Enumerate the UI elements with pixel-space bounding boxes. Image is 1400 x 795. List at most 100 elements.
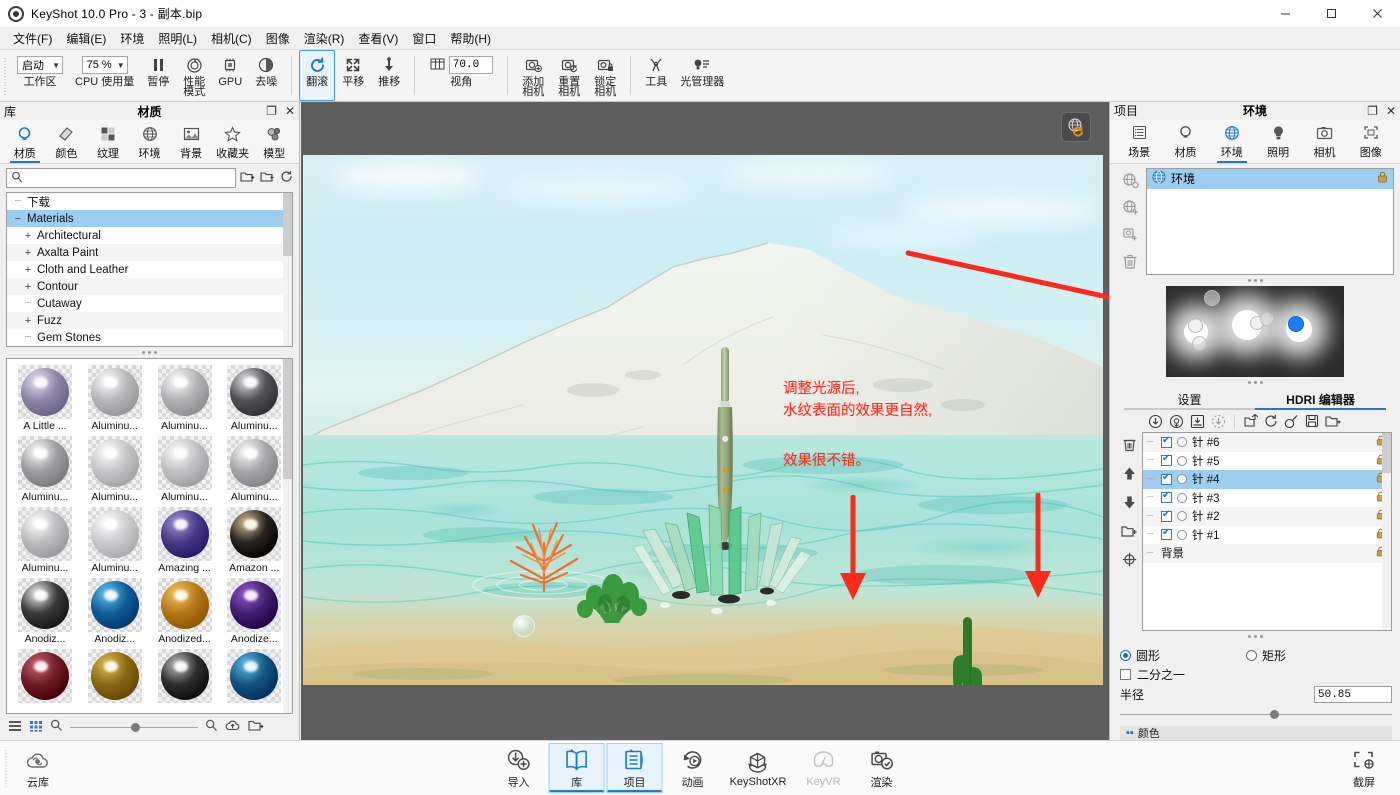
material-thumbnail[interactable]: Anodiz... (81, 575, 149, 646)
refresh-icon[interactable] (1264, 414, 1278, 430)
render-viewport[interactable]: 调整光源后, 水纹表面的效果更自然, 效果很不错。 (301, 102, 1109, 740)
menu-lighting[interactable]: 照明(L) (151, 27, 204, 50)
material-thumbnail[interactable]: Aluminu... (11, 504, 79, 575)
menu-view[interactable]: 查看(V) (351, 27, 405, 50)
shape-rect-option[interactable]: 矩形 (1246, 647, 1366, 664)
half-checkbox[interactable] (1120, 669, 1131, 680)
tree-row-axalta-paint[interactable]: + Axalta Paint (7, 244, 292, 261)
project-tab-camera[interactable]: 相机 (1301, 120, 1347, 163)
material-thumbnail[interactable]: Anodize... (220, 575, 288, 646)
material-thumbnail[interactable]: Anodiz... (11, 575, 79, 646)
cpu-usage-selector[interactable]: 75 % ▼ CPU 使用量 (69, 50, 140, 101)
hdri-pin-row[interactable]: ┈ 针 #5 (1143, 452, 1391, 471)
project-tab-environment[interactable]: 环境 (1209, 120, 1255, 163)
save-icon[interactable] (1305, 414, 1319, 430)
pin-select-radio[interactable] (1177, 511, 1187, 522)
hdri-pin-row[interactable]: ┈ 针 #1 (1143, 526, 1391, 545)
lock-icon[interactable] (1377, 171, 1388, 186)
folder-open-icon[interactable] (248, 719, 264, 735)
material-thumbnail[interactable]: Amazing ... (151, 504, 219, 575)
half-checkbox-row[interactable]: 二分之一 (1120, 665, 1392, 684)
globe-edit-icon[interactable] (1122, 172, 1139, 191)
project-restore-icon[interactable]: ❐ (1367, 105, 1378, 117)
animation-button[interactable]: 动画 (665, 743, 721, 793)
material-category-tree[interactable]: ┈ 下载 − Materials + Architectural + Axalt… (6, 192, 293, 347)
pin-visibility-checkbox[interactable] (1161, 472, 1172, 485)
hdri-pin-row[interactable]: ┈ 针 #4 (1143, 470, 1391, 489)
tree-toggle-plus[interactable]: + (21, 264, 35, 276)
tree-row-gem-stones[interactable]: ┈ Gem Stones (7, 329, 292, 346)
workspace-selector[interactable]: 启动 ▼ 工作区 (11, 50, 69, 101)
tree-toggle-minus[interactable]: − (11, 213, 25, 225)
zoom-in-icon[interactable] (205, 719, 218, 735)
menu-file[interactable]: 文件(F) (6, 27, 59, 50)
env-splitter-bottom[interactable] (1110, 377, 1400, 388)
minimize-button[interactable] (1262, 0, 1308, 28)
library-tab-textures[interactable]: 纹理 (87, 120, 129, 163)
material-thumbnail[interactable] (151, 646, 219, 703)
library-tab-models[interactable]: 模型 (253, 120, 295, 163)
keyvr-button[interactable]: KeyVR (795, 743, 851, 793)
radius-slider-knob[interactable] (1269, 709, 1279, 719)
render-button[interactable]: 渲染 (853, 743, 909, 793)
menu-window[interactable]: 窗口 (405, 27, 443, 50)
material-thumbnail[interactable]: Aluminu... (81, 362, 149, 433)
tree-row-cutaway[interactable]: ┈ Cutaway (7, 295, 292, 312)
folder-add-icon[interactable] (1121, 524, 1137, 540)
cpu-combo[interactable]: 75 % ▼ (81, 56, 128, 74)
material-thumbnail[interactable]: Aluminu... (220, 433, 288, 504)
tree-row-fuzz[interactable]: + Fuzz (7, 312, 292, 329)
tree-scroll-thumb[interactable] (283, 193, 292, 256)
radio-rect[interactable] (1246, 649, 1257, 661)
menu-edit[interactable]: 编辑(E) (59, 27, 113, 50)
pin-select-radio[interactable] (1177, 455, 1187, 466)
tree-row-architectural[interactable]: + Architectural (7, 227, 292, 244)
library-close-icon[interactable]: ✕ (285, 105, 295, 117)
project-tab-lighting[interactable]: 照明 (1255, 120, 1301, 163)
hdri-pin-handle[interactable] (1192, 336, 1207, 351)
material-thumbnail[interactable]: Anodized... (151, 575, 219, 646)
project-tab-image[interactable]: 图像 (1348, 120, 1394, 163)
pin-visibility-checkbox[interactable] (1161, 453, 1172, 467)
hdri-pin-selected[interactable] (1288, 316, 1304, 332)
pan-button[interactable]: 平移 (335, 50, 371, 101)
light-manager-button[interactable]: 光管理器 (674, 50, 730, 101)
pin-select-radio[interactable] (1177, 474, 1187, 485)
paint-icon[interactable] (1284, 414, 1299, 431)
library-tab-environments[interactable]: 环境 (129, 120, 171, 163)
project-button[interactable]: 项目 (606, 743, 663, 793)
pin-highlight-icon[interactable] (1211, 414, 1226, 431)
fov-input[interactable]: 70.0 (448, 56, 493, 74)
pin-visibility-checkbox[interactable] (1161, 490, 1172, 504)
cloud-download-icon[interactable] (225, 719, 241, 735)
tools-button[interactable]: 工具 (638, 50, 674, 101)
import-button[interactable]: 导入 (491, 743, 547, 793)
search-input[interactable] (27, 172, 231, 184)
search-box[interactable] (6, 168, 236, 188)
env-splitter-top[interactable] (1110, 275, 1400, 286)
environment-list-item[interactable]: 环境 (1147, 168, 1393, 189)
folder-export-icon[interactable] (260, 170, 275, 186)
list-view-icon[interactable] (8, 720, 22, 735)
shape-circle-option[interactable]: 圆形 (1120, 647, 1240, 664)
pin-list-scroll-thumb[interactable] (1382, 433, 1391, 474)
hdri-pin-list[interactable]: ┈ 针 #6 ┈ 针 #5 ┈ 针 #4 ┈ 针 #3 ┈ 针 #2 ┈ 针 #1 ┈ 背景 (1142, 432, 1392, 632)
material-grid-scrollbar[interactable] (283, 359, 292, 713)
share-icon[interactable] (1243, 414, 1259, 430)
tree-toggle-plus[interactable]: + (21, 281, 35, 293)
color-section-header[interactable]: ▪▪ 颜色 (1120, 726, 1392, 740)
pin-sun-icon[interactable] (1169, 414, 1184, 431)
zoom-out-icon[interactable] (50, 719, 63, 735)
thumbnail-size-slider[interactable] (70, 720, 198, 734)
environment-list[interactable]: 环境 (1146, 167, 1394, 276)
performance-mode-button[interactable]: 性能 模式 (176, 50, 212, 101)
library-tab-colors[interactable]: 颜色 (46, 120, 88, 163)
open-icon[interactable] (1325, 414, 1341, 430)
pin-select-radio[interactable] (1177, 437, 1187, 448)
tree-row-materials[interactable]: − Materials (7, 210, 292, 227)
material-thumbnail[interactable] (220, 646, 288, 703)
material-thumbnail[interactable]: Aluminu... (11, 433, 79, 504)
tree-row-glass[interactable]: + Glass (7, 346, 292, 347)
library-tab-materials[interactable]: 材质 (4, 120, 46, 163)
pin-import-icon[interactable] (1190, 414, 1205, 431)
